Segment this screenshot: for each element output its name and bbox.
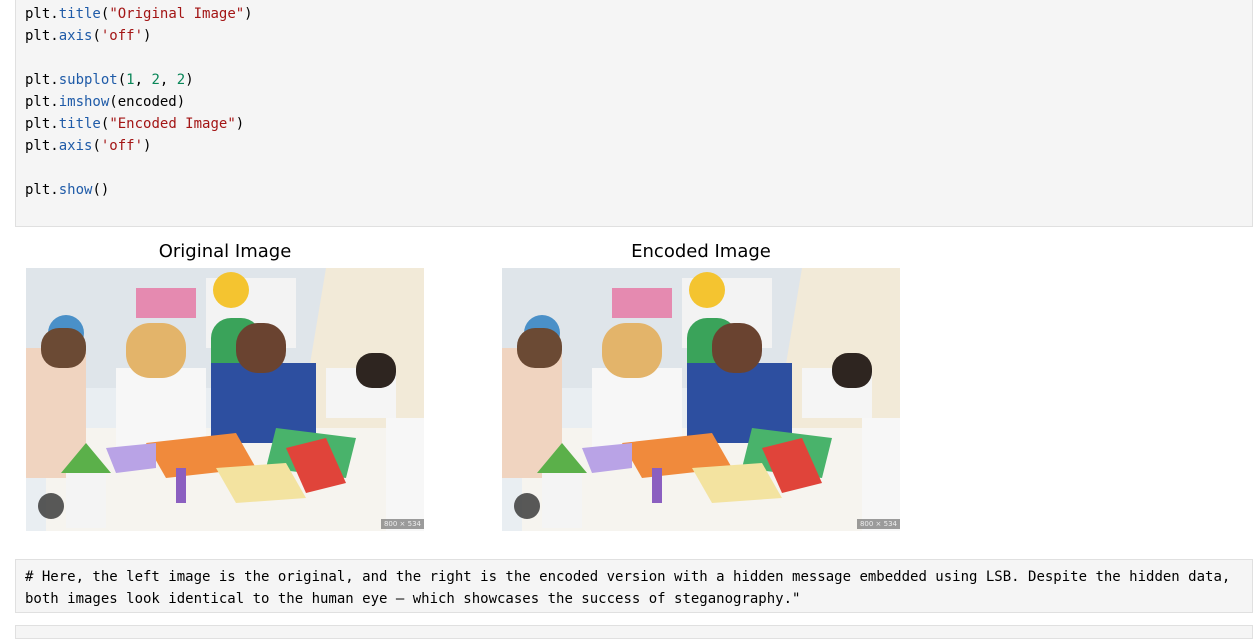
encoded-image: 800 × 534 [502,268,900,531]
output-figure: Original Image Encoded Image 800 × 534 8… [15,236,915,536]
classroom-photo [26,268,424,531]
code-cell[interactable]: plt.title("Original Image") plt.axis('of… [15,0,1253,227]
camera-lens-icon[interactable] [514,493,540,519]
markdown-text: # Here, the left image is the original, … [25,569,1231,607]
code-line-2: plt.axis('off') [25,28,152,44]
original-image: 800 × 534 [26,268,424,531]
code-line-9: plt.show() [25,182,110,198]
size-badge: 800 × 534 [380,519,424,529]
markdown-cell[interactable]: # Here, the left image is the original, … [15,559,1253,613]
code-editor[interactable]: plt.title("Original Image") plt.axis('of… [25,3,253,201]
size-badge: 800 × 534 [856,519,900,529]
code-line-7: plt.axis('off') [25,138,152,154]
code-line-1: plt.title("Original Image") [25,6,253,22]
camera-lens-icon[interactable] [38,493,64,519]
code-line-5: plt.imshow(encoded) [25,94,186,110]
classroom-photo [502,268,900,531]
code-line-4: plt.subplot(1, 2, 2) [25,72,194,88]
left-subplot-title: Original Image [158,241,292,262]
right-subplot-title: Encoded Image [631,241,771,262]
code-line-6: plt.title("Encoded Image") [25,116,245,132]
